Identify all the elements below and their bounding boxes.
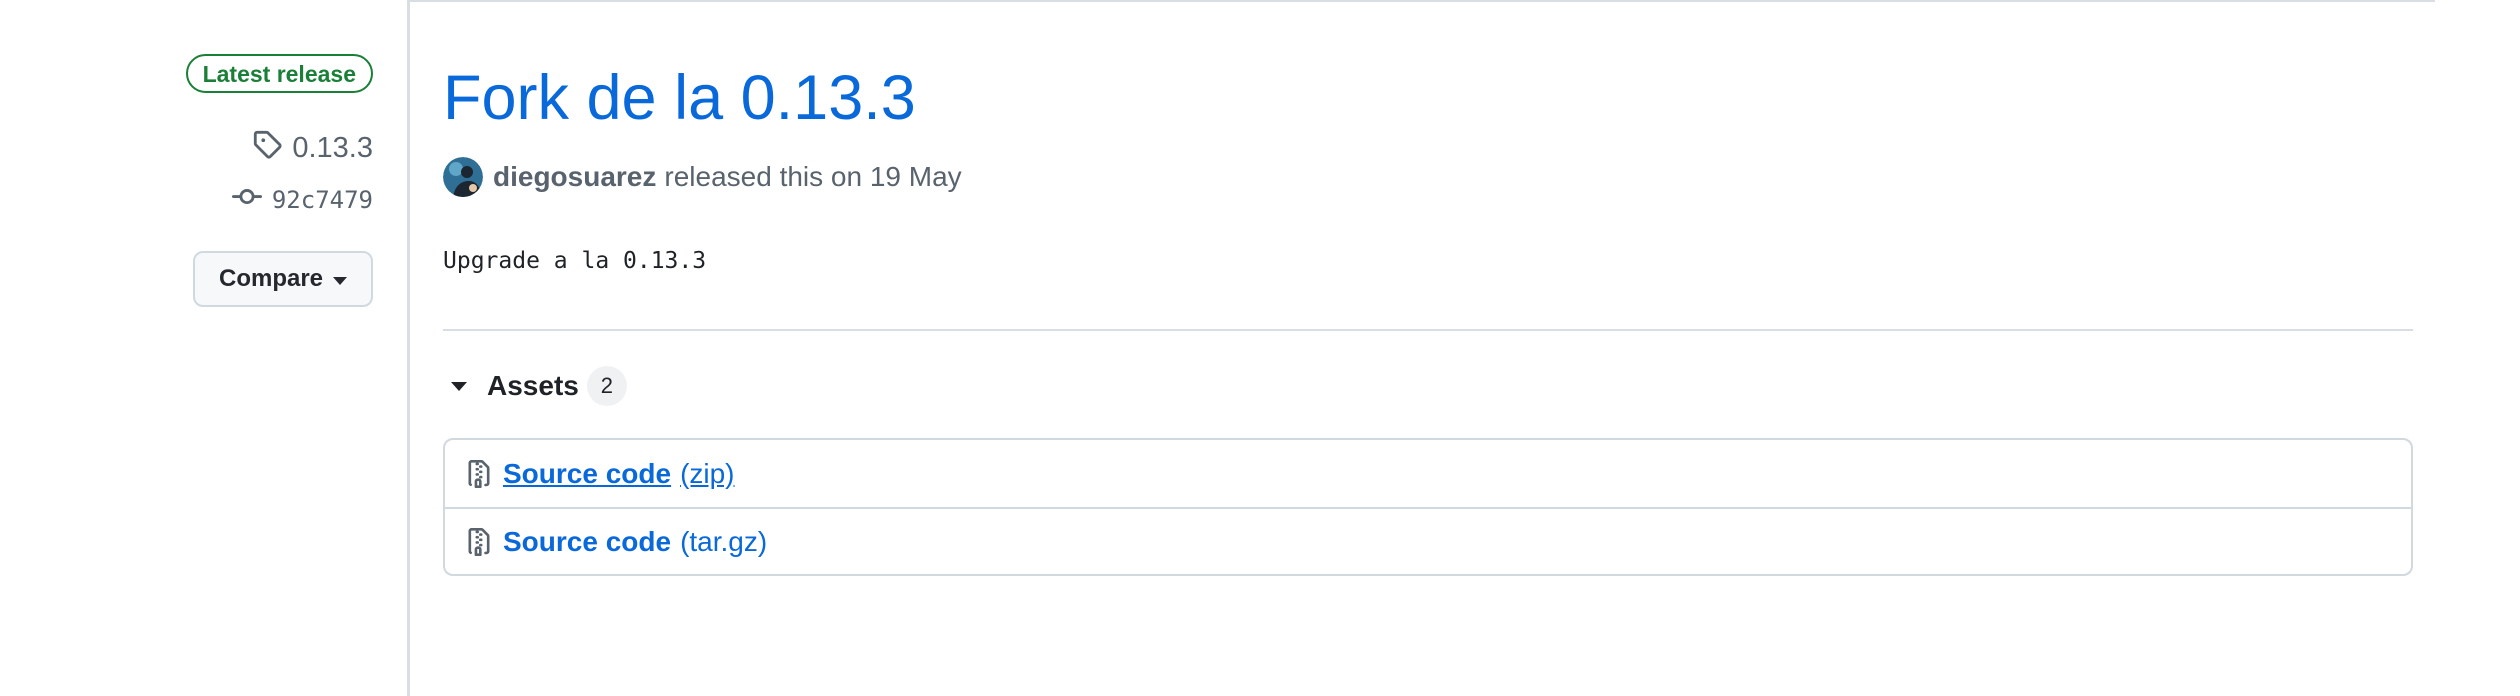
triangle-down-icon xyxy=(451,381,467,391)
asset-row-targz[interactable]: Source code (tar.gz) xyxy=(445,507,2411,574)
asset-row-zip[interactable]: Source code (zip) xyxy=(445,440,2411,507)
triangle-down-icon xyxy=(333,276,348,285)
assets-toggle[interactable]: Assets 2 xyxy=(443,366,627,406)
asset-extension[interactable]: (zip) xyxy=(680,458,734,490)
release-date-text: released this on 19 May xyxy=(664,161,962,192)
assets-label: Assets xyxy=(487,370,579,401)
author-avatar[interactable] xyxy=(443,157,483,197)
release-notes: Upgrade a la 0.13.3 xyxy=(443,248,707,274)
compare-button[interactable]: Compare xyxy=(193,251,373,307)
git-commit-icon xyxy=(231,182,262,218)
release-tag-link[interactable]: 0.13.3 xyxy=(252,130,373,166)
release-commit-link[interactable]: 92c7479 xyxy=(231,182,373,218)
asset-name-link[interactable]: Source code xyxy=(503,458,671,490)
release-page: Latest release 0.13.3 92c7479 Compare Fo… xyxy=(0,0,2520,696)
release-main: Fork de la 0.13.3 diegosuarez released t… xyxy=(443,0,2413,696)
assets-count-badge: 2 xyxy=(586,366,627,406)
latest-release-badge: Latest release xyxy=(185,54,373,93)
assets-list: Source code (zip) Source code (tar.gz) xyxy=(443,438,2413,576)
release-sidebar: Latest release 0.13.3 92c7479 Compare xyxy=(0,0,410,696)
compare-button-label: Compare xyxy=(218,265,324,292)
file-zip-icon xyxy=(465,525,493,559)
release-byline: diegosuarez released this on 19 May xyxy=(443,157,962,197)
file-zip-icon xyxy=(465,457,493,491)
release-tag-name: 0.13.3 xyxy=(292,131,373,164)
asset-extension[interactable]: (tar.gz) xyxy=(680,526,767,558)
author-link[interactable]: diegosuarez xyxy=(493,161,656,193)
asset-name-link[interactable]: Source code xyxy=(503,526,671,558)
commit-sha: 92c7479 xyxy=(271,186,373,214)
tag-icon xyxy=(252,129,282,167)
release-title-link[interactable]: Fork de la 0.13.3 xyxy=(443,56,916,140)
section-divider xyxy=(443,329,2413,331)
